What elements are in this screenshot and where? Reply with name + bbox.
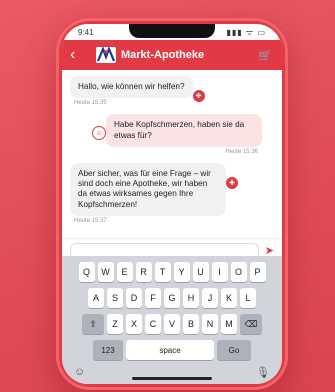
key[interactable]: C <box>145 314 161 334</box>
keyboard-row-2: A S D F G H J K L <box>66 288 278 308</box>
key[interactable]: Y <box>173 262 190 282</box>
key[interactable]: V <box>164 314 180 334</box>
message-time: Heute 15:35 <box>74 100 107 107</box>
pharmacy-logo: Markt-Apotheke <box>94 45 204 65</box>
key[interactable]: U <box>192 262 209 282</box>
emoji-icon[interactable]: ☺ <box>74 366 85 379</box>
agent-bubble: Aber sicher, was für eine Frage – wir si… <box>70 162 226 216</box>
chat-area: Hallo, wie können wir helfen? Heute 15:3… <box>62 70 282 238</box>
key[interactable]: X <box>126 314 142 334</box>
user-bubble: Habe Kopfschmerzen, haben sie da etwas f… <box>106 114 262 147</box>
phone-frame: 9:41 ▮▮▮ ᯤ ▭ ‹ Markt-Apotheke 🛒 Hallo, w… <box>56 18 288 390</box>
message-wrap: Aber sicher, was für eine Frage – wir si… <box>70 162 226 226</box>
chat-message: Hallo, wie können wir helfen? Heute 15:3… <box>70 76 274 108</box>
numbers-key[interactable]: 123 <box>93 340 123 360</box>
message-time: Heute 15:36 <box>225 148 258 155</box>
key[interactable]: L <box>240 288 256 308</box>
key[interactable]: G <box>164 288 180 308</box>
shift-key[interactable]: ⇧ <box>82 314 104 334</box>
key[interactable]: Z <box>107 314 123 334</box>
go-key[interactable]: Go <box>217 340 251 360</box>
key[interactable]: W <box>97 262 114 282</box>
key[interactable]: Q <box>78 262 95 282</box>
key[interactable]: I <box>211 262 228 282</box>
user-avatar-icon: ☺ <box>92 126 106 141</box>
chat-message: ☺ Habe Kopfschmerzen, haben sie da etwas… <box>70 114 274 157</box>
keyboard-row-1: Q W E R T Y U I O P <box>66 262 278 282</box>
key[interactable]: F <box>145 288 161 308</box>
keyboard: Q W E R T Y U I O P A S D F G H J K L ⇧ … <box>62 256 282 384</box>
status-icons: ▮▮▮ ᯤ ▭ <box>226 27 266 37</box>
home-indicator <box>132 377 212 380</box>
cart-icon[interactable]: 🛒 <box>258 49 272 62</box>
message-wrap: Habe Kopfschmerzen, haben sie da etwas f… <box>106 114 262 157</box>
key[interactable]: P <box>249 262 266 282</box>
back-icon[interactable]: ‹ <box>70 46 84 64</box>
phone-screen: 9:41 ▮▮▮ ᯤ ▭ ‹ Markt-Apotheke 🛒 Hallo, w… <box>62 24 282 384</box>
logo-mark-icon <box>94 45 118 65</box>
microphone-icon[interactable]: 🎙 <box>256 366 270 379</box>
key[interactable]: H <box>183 288 199 308</box>
notch <box>129 24 215 38</box>
key[interactable]: J <box>202 288 218 308</box>
status-time: 9:41 <box>78 27 94 37</box>
agent-avatar-icon: ✚ <box>226 176 238 189</box>
key[interactable]: T <box>154 262 171 282</box>
key[interactable]: M <box>221 314 237 334</box>
keyboard-row-3: ⇧ Z X C V B N M ⌫ <box>66 314 278 334</box>
key[interactable]: K <box>221 288 237 308</box>
backspace-key[interactable]: ⌫ <box>240 314 262 334</box>
agent-bubble: Hallo, wie können wir helfen? <box>70 76 193 99</box>
key[interactable]: R <box>135 262 152 282</box>
chat-message: Aber sicher, was für eine Frage – wir si… <box>70 162 274 226</box>
logo-title: Markt-Apotheke <box>121 49 205 61</box>
key[interactable]: D <box>126 288 142 308</box>
message-wrap: Hallo, wie können wir helfen? Heute 15:3… <box>70 76 193 108</box>
space-key[interactable]: space <box>126 340 214 360</box>
key[interactable]: A <box>88 288 104 308</box>
app-header: ‹ Markt-Apotheke 🛒 <box>62 40 282 70</box>
key[interactable]: S <box>107 288 123 308</box>
key[interactable]: B <box>183 314 199 334</box>
key[interactable]: N <box>202 314 218 334</box>
message-time: Heute 15:37 <box>74 217 107 224</box>
key[interactable]: E <box>116 262 133 282</box>
keyboard-row-4: 123 space Go <box>66 340 278 360</box>
key[interactable]: O <box>230 262 247 282</box>
agent-avatar-icon: ✚ <box>192 90 205 102</box>
